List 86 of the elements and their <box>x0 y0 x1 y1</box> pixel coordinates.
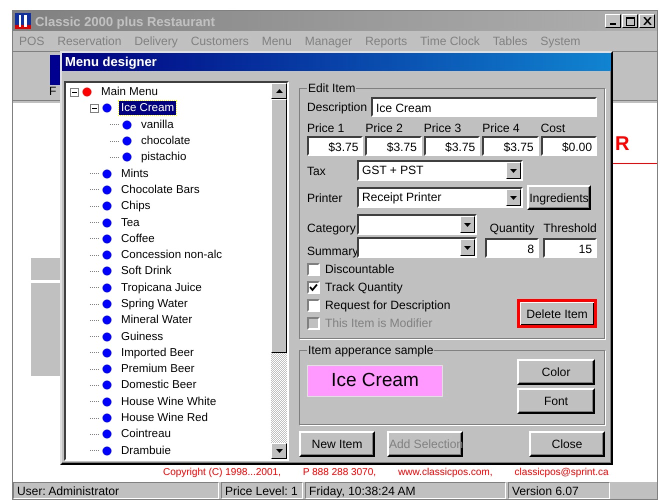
tree-item[interactable]: Coffee <box>119 232 157 246</box>
item-sample-preview: Ice Cream <box>307 365 443 397</box>
tree-item[interactable]: Chocolate Bars <box>119 182 202 197</box>
tree-item[interactable]: Drambuie <box>119 444 173 458</box>
status-panel: Price Level: 1 <box>221 482 303 499</box>
price-field[interactable]: $3.75 <box>424 136 480 156</box>
tree-item[interactable]: Soft Drink <box>119 264 174 278</box>
close-icon <box>642 17 652 25</box>
group-label: Edit Item <box>307 81 356 95</box>
tree-item[interactable]: pistachio <box>139 150 188 164</box>
summary-dropdown[interactable] <box>357 237 477 258</box>
dropdown-arrow-icon <box>464 246 471 250</box>
checkbox-label: Discountable <box>325 262 394 276</box>
field-label: Cost <box>540 121 566 135</box>
status-panel: User: Administrator <box>13 482 219 499</box>
checkbox-label: Request for Description <box>325 298 450 312</box>
tree-item[interactable]: Domestic Beer <box>119 378 198 392</box>
scrollbar-thumb[interactable] <box>271 99 287 353</box>
collapse-icon[interactable] <box>90 104 99 113</box>
field-label: Price 3 <box>424 121 462 135</box>
tree-item[interactable]: Concession non-alc <box>119 248 224 262</box>
tree-item[interactable]: Cointreau <box>119 427 173 442</box>
field-label: Price 1 <box>307 121 346 135</box>
tree-item[interactable]: Tea <box>119 216 142 230</box>
tree-item[interactable]: Ice Cream <box>119 101 176 116</box>
copyright-text: Copyright (C) 1998...2001, <box>163 467 281 478</box>
tree-item[interactable]: House Wine Red <box>119 411 210 426</box>
checkbox-label: Track Quantity <box>325 280 403 294</box>
delete-item-button[interactable]: Delete Item <box>517 299 597 328</box>
sample-style-button[interactable]: Color <box>517 359 595 385</box>
description-field[interactable]: Ice Cream <box>371 97 597 117</box>
tree-item[interactable]: vanilla <box>139 118 176 132</box>
field-label: Threshold <box>543 221 597 235</box>
tree-item[interactable]: Imported Beer <box>119 346 196 360</box>
collapse-icon[interactable] <box>70 88 79 97</box>
checkbox[interactable] <box>307 280 320 294</box>
sample-style-button[interactable]: Font <box>517 388 595 414</box>
checkbox[interactable] <box>307 298 320 312</box>
field-label: Printer <box>307 190 344 204</box>
tree-item[interactable]: Mineral Water <box>119 313 194 328</box>
status-panel: Friday, 10:38:24 AM <box>305 482 506 499</box>
price-field[interactable]: $0.00 <box>540 136 597 156</box>
checkbox[interactable] <box>307 262 320 276</box>
heading-text: R <box>615 133 630 156</box>
up-arrow-icon <box>276 89 282 93</box>
maximize-icon <box>626 16 634 26</box>
tree-item[interactable]: Mints <box>119 166 150 181</box>
dropdown-arrow-icon <box>510 168 517 172</box>
maximize-button[interactable] <box>622 14 638 28</box>
dropdown-arrow-icon <box>510 196 517 200</box>
checkbox-label: This Item is Modifier <box>325 316 432 330</box>
price-field[interactable]: $3.75 <box>482 136 539 156</box>
price-field[interactable]: $3.75 <box>365 136 422 156</box>
printer-dropdown[interactable]: Receipt Printer <box>357 187 523 208</box>
tree-item[interactable]: Premium Beer <box>119 362 196 376</box>
copyright-text: classicpos@sprint.ca <box>514 467 609 478</box>
field-label: Tax <box>307 164 327 178</box>
minimize-button[interactable] <box>605 14 621 28</box>
tree-item[interactable]: Chips <box>119 199 152 214</box>
field-label: Price 4 <box>482 121 521 135</box>
dialog-button[interactable]: New Item <box>299 431 375 457</box>
tree-item[interactable]: Spring Water <box>119 297 190 311</box>
group-label: Item apperance sample <box>307 343 434 357</box>
tree-item[interactable]: House Wine White <box>119 394 218 409</box>
down-arrow-icon <box>276 449 282 453</box>
price-field[interactable]: $3.75 <box>307 136 364 156</box>
dialog-title: Menu designer <box>62 53 611 71</box>
field-label: Description <box>307 100 368 114</box>
field-label: Quantity <box>488 221 536 235</box>
quantity-field[interactable]: 8 <box>485 238 539 258</box>
dropdown-arrow-icon <box>464 222 471 226</box>
tax-dropdown[interactable]: GST + PST <box>357 160 523 181</box>
copyright-text: P 888 288 3070, <box>302 467 376 478</box>
close-button[interactable] <box>639 14 655 28</box>
dialog-button[interactable]: Close <box>529 431 605 457</box>
threshold-field[interactable]: 15 <box>543 238 597 258</box>
tree-item[interactable]: Guiness <box>119 330 166 344</box>
category-dropdown[interactable] <box>357 214 477 235</box>
tree-item[interactable]: Main Menu <box>99 85 160 100</box>
status-panel: Version 6.07 <box>508 482 610 499</box>
ingredients-button[interactable]: Ingredients <box>527 185 591 210</box>
field-label: Price 2 <box>365 121 404 135</box>
tree-item[interactable]: Tropicana Juice <box>119 280 204 295</box>
toolbar-label: F <box>49 84 56 98</box>
tree-item[interactable]: chocolate <box>139 134 192 148</box>
copyright-text: www.classicpos.com, <box>398 467 493 478</box>
